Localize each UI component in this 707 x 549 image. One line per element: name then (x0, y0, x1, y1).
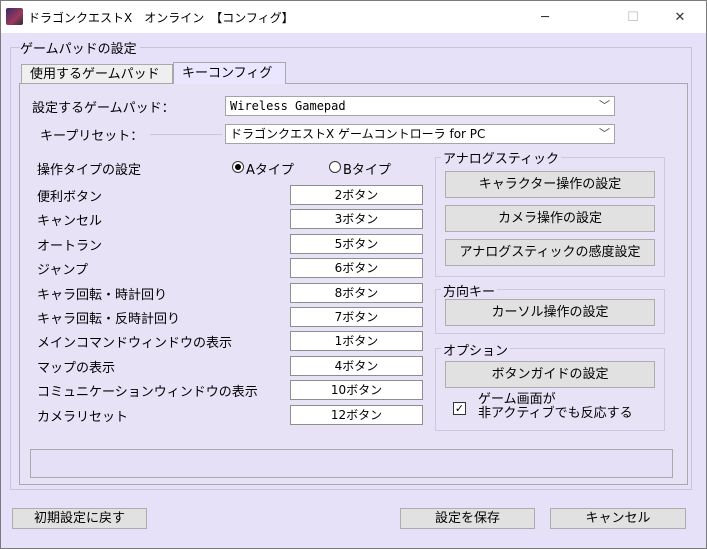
save-button[interactable]: 設定を保存 (400, 508, 535, 529)
inactive-response-line2: 非アクティブでも反応する (478, 406, 633, 421)
key-assign-label: 便利ボタン (37, 190, 103, 205)
key-assign-field[interactable]: 12ボタン (290, 404, 423, 425)
preset-select[interactable]: ドラゴンクエストX ゲームコントローラ for PC ﹀ (225, 124, 615, 144)
gamepad-select[interactable]: Wireless Gamepad ﹀ (225, 96, 615, 116)
key-assign-field[interactable]: 5ボタン (290, 233, 423, 254)
key-assign-label: メインコマンドウィンドウの表示 (37, 336, 233, 352)
maximize-button: ☐ (610, 1, 656, 33)
reset-defaults-button[interactable]: 初期設定に戻す (12, 508, 147, 529)
key-assign-label: ジャンプ (37, 263, 88, 279)
divider (150, 134, 222, 135)
gamepad-select-label: 設定するゲームパッド： (32, 101, 175, 116)
inactive-response-line1: ゲーム画面が (478, 392, 556, 407)
key-assign-field[interactable]: 1ボタン (290, 331, 423, 352)
analog-sensitivity-button[interactable]: アナログスティックの感度設定 (445, 239, 655, 266)
key-assign-label: マップの表示 (37, 360, 116, 376)
key-config-panel: 設定するゲームパッド： Wireless Gamepad ﹀ キープリセット： … (19, 83, 688, 485)
inactive-response-checkbox[interactable]: ✓ (453, 402, 466, 415)
key-assign-field[interactable]: 10ボタン (290, 380, 423, 401)
radio-type-b[interactable] (329, 161, 341, 173)
maximize-icon: ☐ (627, 9, 639, 25)
analog-stick-title: アナログスティック (441, 148, 561, 167)
inactive-response-label[interactable]: ゲーム画面が 非アクティブでも反応する (478, 393, 633, 421)
cursor-control-button[interactable]: カーソル操作の設定 (445, 299, 655, 326)
chevron-down-icon: ﹀ (599, 127, 610, 140)
tab-gamepad[interactable]: 使用するゲームパッド (21, 64, 173, 84)
close-icon: ✕ (674, 9, 686, 25)
key-assign-field[interactable]: 4ボタン (290, 355, 423, 376)
app-icon (6, 8, 23, 25)
key-assign-field[interactable]: 2ボタン (290, 185, 423, 205)
gamepad-select-value: Wireless Gamepad (230, 99, 346, 113)
key-assign-field[interactable]: 6ボタン (290, 258, 423, 279)
options-title: オプション (441, 340, 511, 359)
chevron-down-icon: ﹀ (599, 99, 610, 112)
status-bar (30, 449, 673, 478)
window-title: ドラゴンクエストX オンライン 【コンフィグ】 (28, 11, 294, 25)
title-bar: ドラゴンクエストX オンライン 【コンフィグ】 ─ ☐ ✕ (1, 1, 706, 33)
radio-type-b-label[interactable]: Bタイプ (343, 159, 391, 178)
tab-key-config[interactable]: キーコンフィグ (173, 62, 286, 84)
key-assign-label: キャンセル (37, 214, 103, 230)
group-title: ゲームパッドの設定 (20, 38, 140, 57)
key-assign-label: コミュニケーションウィンドウの表示 (37, 385, 258, 401)
preset-select-label: キープリセット： (40, 129, 144, 144)
direction-key-title: 方向キー (441, 281, 498, 300)
close-button[interactable]: ✕ (657, 1, 703, 33)
key-assign-label: オートラン (37, 238, 103, 254)
key-assign-label: カメラリセット (37, 409, 129, 425)
character-control-button[interactable]: キャラクター操作の設定 (445, 171, 655, 198)
minimize-icon: ─ (541, 9, 549, 25)
key-assign-label: キャラ回転・反時計回り (37, 312, 181, 327)
op-type-label: 操作タイプの設定 (37, 163, 142, 178)
button-guide-button[interactable]: ボタンガイドの設定 (445, 361, 655, 388)
key-assign-field[interactable]: 7ボタン (290, 307, 423, 327)
key-assign-label: キャラ回転・時計回り (37, 287, 168, 303)
check-icon: ✓ (454, 402, 465, 415)
key-assign-field[interactable]: 8ボタン (290, 282, 423, 303)
camera-control-button[interactable]: カメラ操作の設定 (445, 205, 655, 232)
preset-select-value: ドラゴンクエストX ゲームコントローラ for PC (230, 127, 486, 141)
minimize-button[interactable]: ─ (522, 1, 568, 33)
config-window: ドラゴンクエストX オンライン 【コンフィグ】 ─ ☐ ✕ ゲームパッドの設定 … (0, 0, 707, 549)
key-assign-field[interactable]: 3ボタン (290, 209, 423, 230)
radio-type-a-label[interactable]: Aタイプ (246, 159, 294, 178)
radio-type-a[interactable] (232, 161, 244, 173)
cancel-button[interactable]: キャンセル (550, 508, 686, 529)
